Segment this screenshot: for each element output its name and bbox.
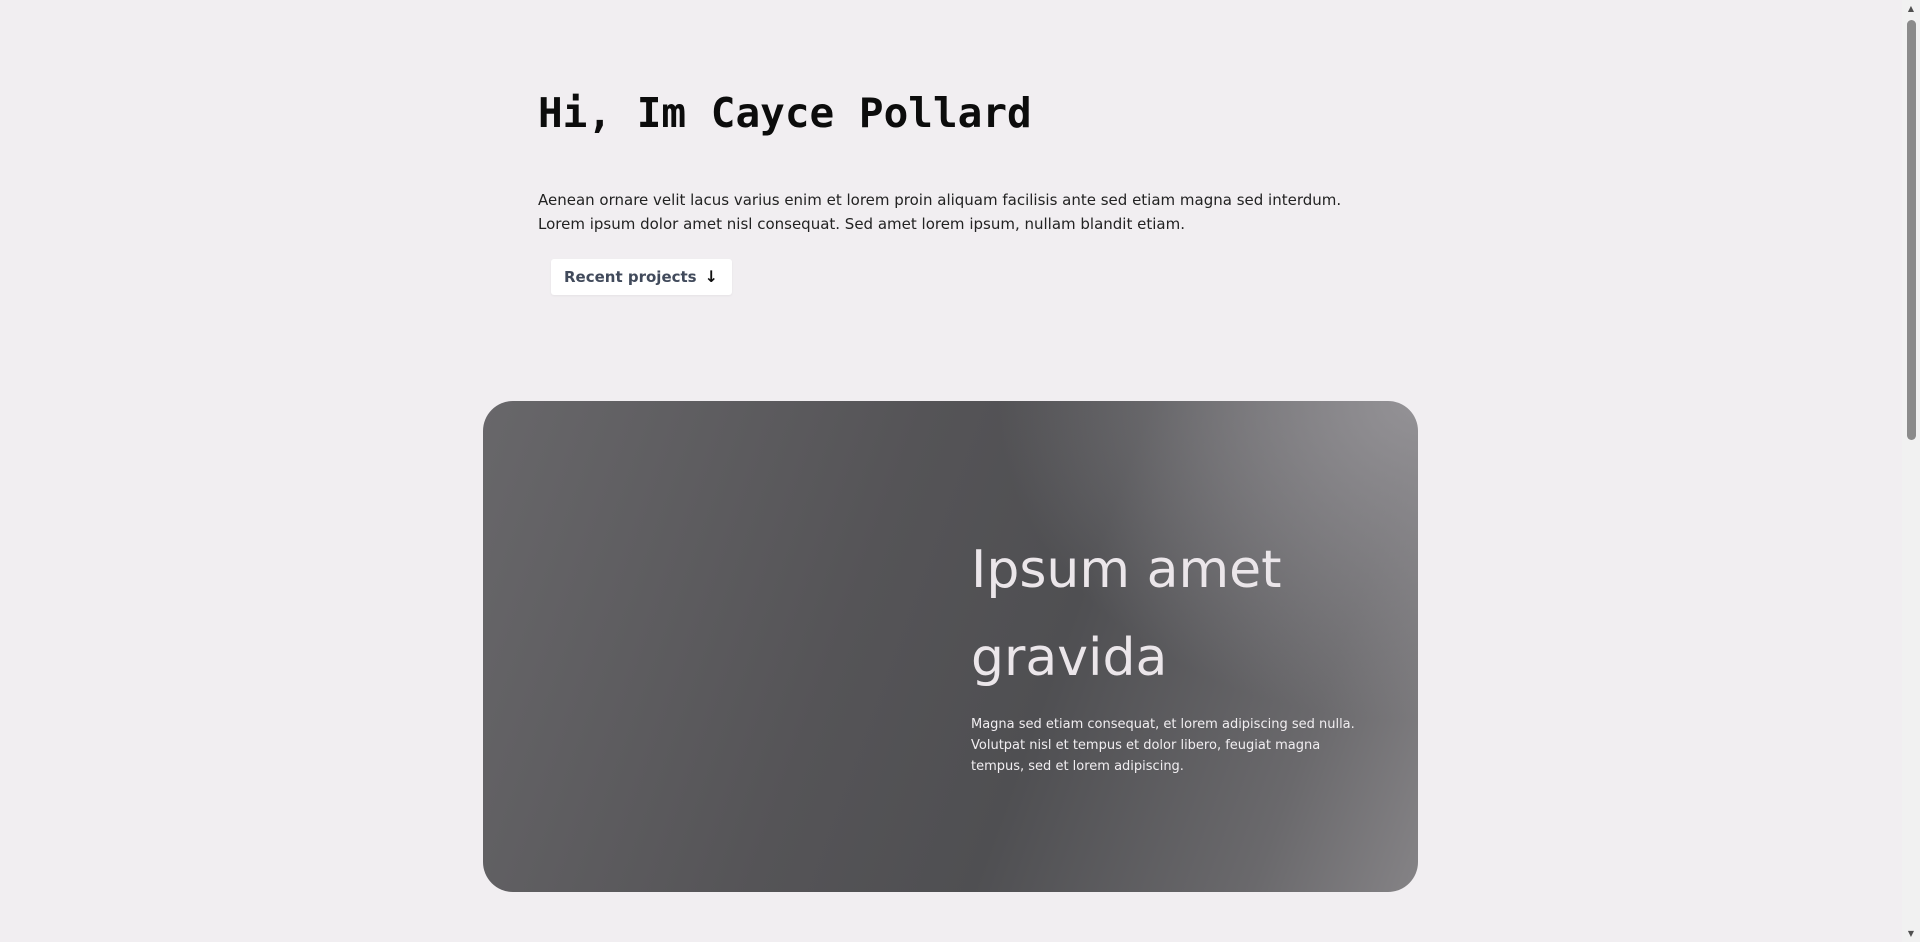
scrollbar-thumb[interactable]: [1907, 20, 1916, 440]
project-card-title: Ipsum amet gravida: [971, 540, 1282, 688]
page-title: Hi, Im Cayce Pollard: [538, 89, 1032, 137]
recent-projects-button[interactable]: Recent projects ↓: [551, 259, 733, 295]
project-card[interactable]: Ipsum amet gravida Magna sed etiam conse…: [483, 401, 1418, 892]
vertical-scrollbar[interactable]: ▲ ▼: [1902, 0, 1920, 942]
project-card-text: Magna sed etiam consequat, et lorem adip…: [971, 717, 1355, 774]
intro-text: Aenean ornare velit lacus varius enim et…: [538, 191, 1342, 233]
scroll-down-icon[interactable]: ▼: [1902, 925, 1920, 942]
arrow-down-icon: ↓: [704, 267, 719, 286]
intro-section: Hi, Im Cayce Pollard Aenean ornare velit…: [538, 80, 1358, 236]
page: Hi, Im Cayce Pollard Aenean ornare velit…: [0, 0, 1902, 942]
recent-projects-label: Recent projects: [564, 268, 697, 286]
scroll-up-icon[interactable]: ▲: [1902, 0, 1920, 17]
